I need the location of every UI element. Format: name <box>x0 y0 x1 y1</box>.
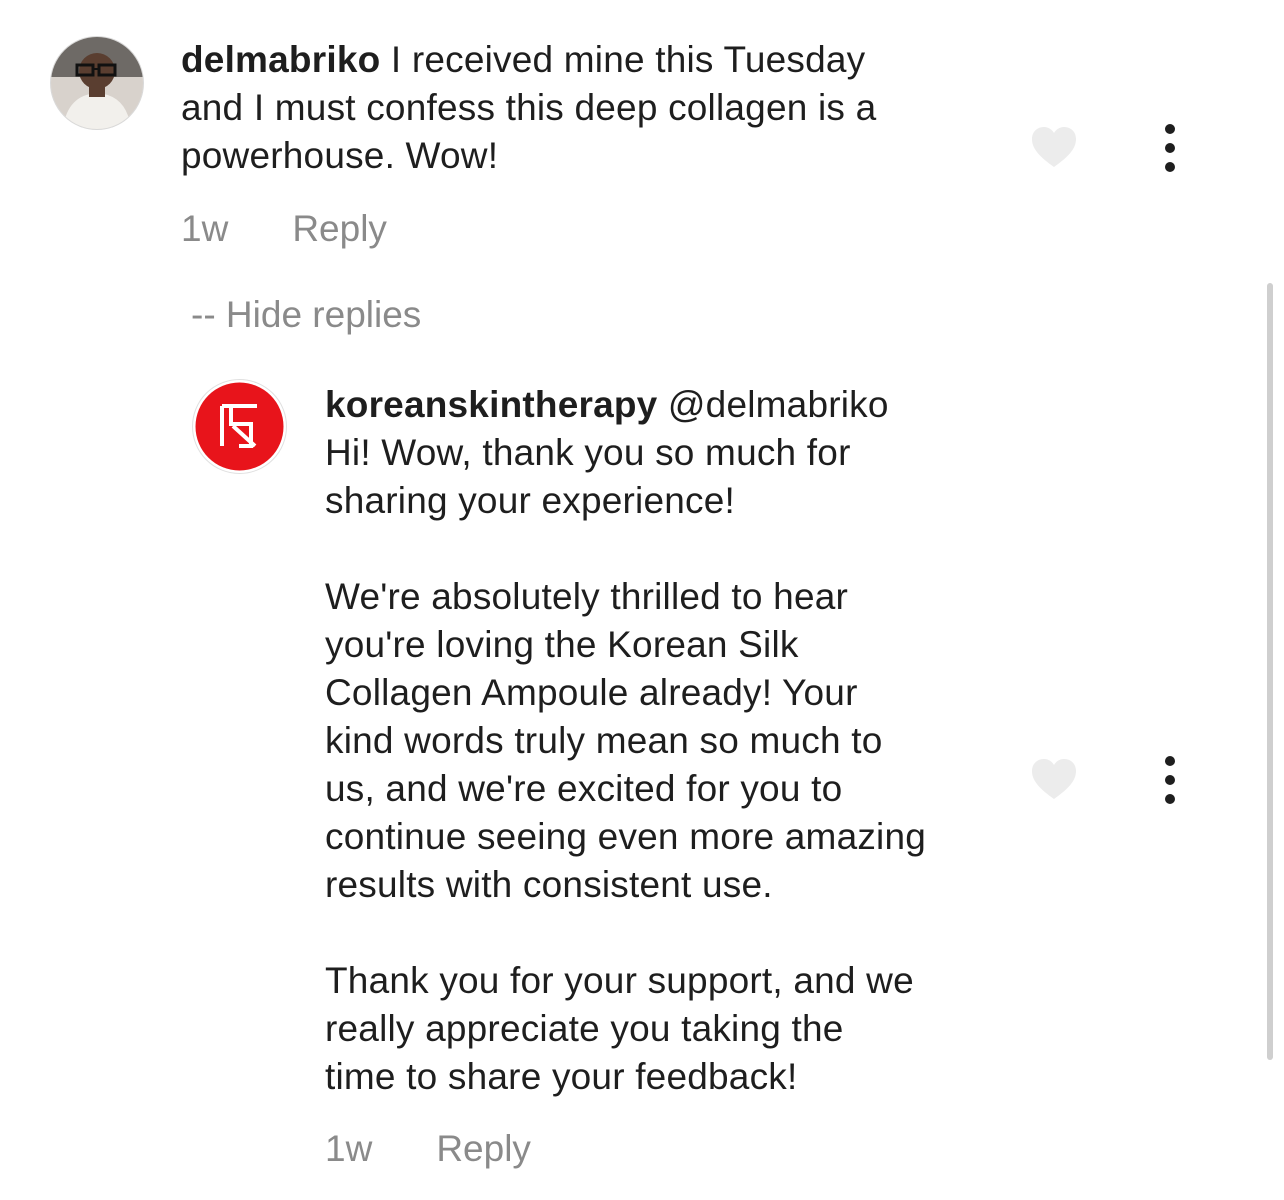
reply-mention[interactable]: @delmabriko <box>657 384 889 425</box>
comment-username[interactable]: delmabriko <box>181 39 380 80</box>
heart-icon <box>1032 127 1076 167</box>
heart-icon <box>1032 759 1076 799</box>
scrollbar[interactable] <box>1267 283 1273 1060</box>
reply-button[interactable]: Reply <box>292 208 387 250</box>
more-options-icon <box>1165 124 1175 134</box>
reply-timestamp: 1w <box>325 1128 373 1169</box>
reply-like-button[interactable] <box>1030 757 1078 801</box>
reply-reply-button[interactable]: Reply <box>436 1128 531 1170</box>
like-button[interactable] <box>1030 125 1078 169</box>
comment-body: delmabriko I received mine this Tuesday … <box>181 36 1001 180</box>
comment-meta: 1w Reply <box>181 208 387 250</box>
user-avatar[interactable] <box>50 36 144 130</box>
hide-replies-button[interactable]: -- Hide replies <box>191 294 421 336</box>
reply-more-options-button[interactable] <box>1160 756 1180 804</box>
reply-body: koreanskintherapy @delmabriko Hi! Wow, t… <box>325 381 1025 1101</box>
brand-avatar[interactable] <box>192 379 287 474</box>
user-photo-avatar-icon <box>51 37 143 129</box>
brand-logo-avatar-icon <box>195 382 284 471</box>
more-options-icon <box>1165 756 1175 766</box>
more-options-button[interactable] <box>1160 124 1180 172</box>
reply-text: Hi! Wow, thank you so much for sharing y… <box>325 432 927 1097</box>
reply-meta: 1w Reply <box>325 1128 531 1170</box>
reply-username[interactable]: koreanskintherapy <box>325 384 657 425</box>
comments-thread: delmabriko I received mine this Tuesday … <box>0 0 1284 1200</box>
comment-timestamp: 1w <box>181 208 229 249</box>
